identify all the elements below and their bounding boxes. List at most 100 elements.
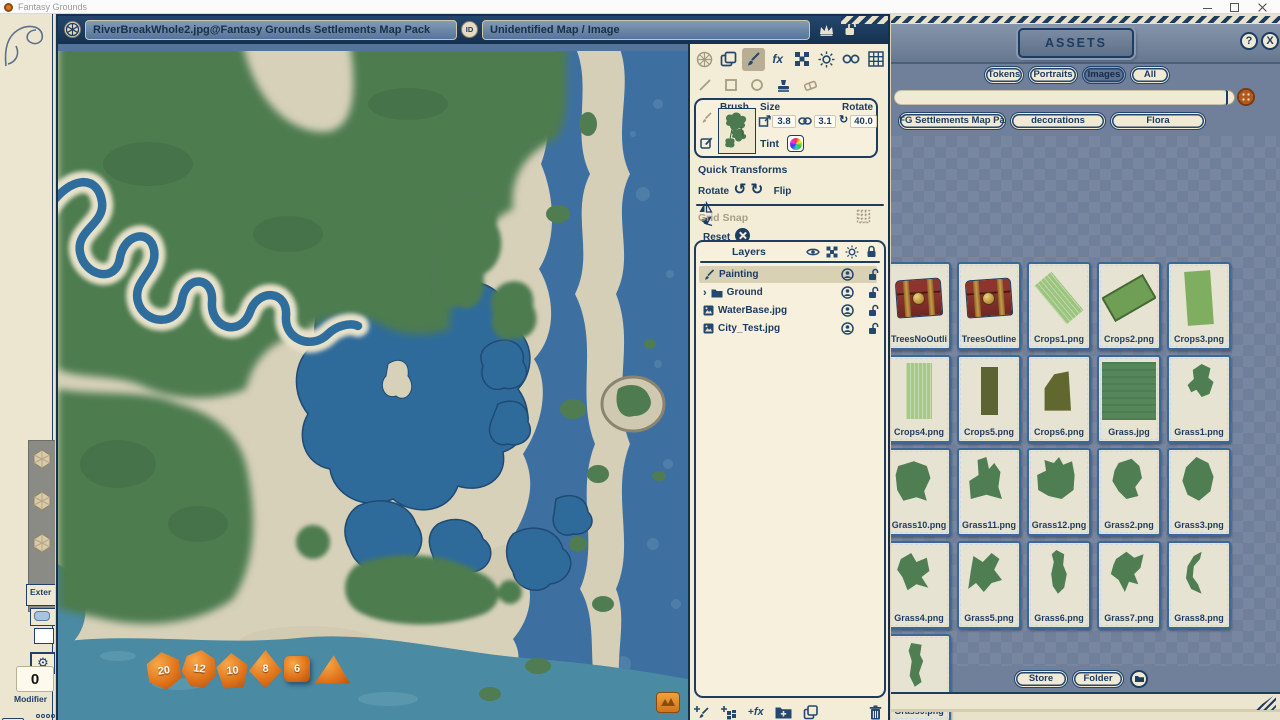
eraser-tool-icon[interactable] <box>803 79 818 92</box>
player-visible-icon[interactable] <box>841 322 854 335</box>
player-view-crown-icon[interactable] <box>818 23 835 36</box>
layer-row-ground[interactable]: › Ground <box>699 284 877 301</box>
eye-icon[interactable] <box>806 247 820 257</box>
asset-card[interactable]: Crops5.png <box>957 355 1021 443</box>
grid-icon[interactable] <box>864 48 887 71</box>
minimize-button[interactable] <box>1203 8 1212 9</box>
d20-die[interactable]: 20 <box>144 650 185 693</box>
maximize-button[interactable] <box>1230 3 1239 12</box>
unlock-layer-icon[interactable] <box>868 304 879 317</box>
map-pointer-button[interactable] <box>656 692 680 713</box>
asset-card[interactable]: Crops6.png <box>1027 355 1091 443</box>
folder-button[interactable]: Folder <box>1072 670 1124 688</box>
unlock-layer-icon[interactable] <box>868 286 879 299</box>
asset-card[interactable]: Crops3.png <box>1167 262 1231 350</box>
lock-header-icon[interactable] <box>866 245 877 258</box>
map-titlebar[interactable]: RiverBreakWhole2.jpg@Fantasy Grounds Set… <box>58 16 888 44</box>
d12-die[interactable]: 12 <box>180 648 219 688</box>
edit-brush-icon[interactable] <box>700 136 713 149</box>
map-title-field[interactable]: RiverBreakWhole2.jpg@Fantasy Grounds Set… <box>85 20 457 40</box>
dock-die-icon[interactable] <box>32 533 52 553</box>
tab-images[interactable]: Images <box>1082 66 1126 84</box>
dock-die-icon[interactable] <box>32 449 52 469</box>
unlock-layer-icon[interactable] <box>868 322 879 335</box>
asset-card[interactable]: Grass6.png <box>1027 541 1091 629</box>
d8-die[interactable]: 8 <box>249 650 282 688</box>
asset-card[interactable]: TreesOutline <box>957 262 1021 350</box>
asset-card[interactable]: TreesNoOutli <box>887 262 951 350</box>
d6-die[interactable]: 6 <box>284 656 310 682</box>
asset-card[interactable]: Crops1.png <box>1027 262 1091 350</box>
rotate-cw-button[interactable]: ↻ <box>751 181 764 198</box>
grid-snap-icon[interactable] <box>856 209 871 224</box>
vision-goggles-icon[interactable] <box>840 48 863 71</box>
chevron-expand-icon[interactable]: › <box>703 287 707 299</box>
asset-card[interactable]: Grass7.png <box>1097 541 1161 629</box>
d10-die[interactable]: 10 <box>215 652 250 689</box>
tab-all[interactable]: All <box>1130 66 1170 84</box>
asset-card[interactable]: Grass10.png <box>887 448 951 536</box>
stamp-tool-icon[interactable] <box>776 78 791 93</box>
asset-search-input[interactable] <box>894 90 1230 105</box>
layers-view-icon[interactable] <box>717 48 740 71</box>
close-button[interactable] <box>1258 3 1267 12</box>
player-visible-icon[interactable] <box>841 304 854 317</box>
asset-card[interactable]: Grass.jpg <box>1097 355 1161 443</box>
add-mask-layer-icon[interactable] <box>721 705 737 720</box>
tab-portraits[interactable]: Portraits <box>1028 66 1078 84</box>
dock-die-icon[interactable] <box>32 491 52 511</box>
d4-die[interactable] <box>314 654 350 686</box>
brush-size-x-field[interactable]: 3.8 <box>772 115 796 128</box>
rect-tool-icon[interactable] <box>724 78 738 92</box>
tab-tokens[interactable]: Tokens <box>984 66 1024 84</box>
compass-pan-icon[interactable] <box>693 48 716 71</box>
map-canvas[interactable] <box>58 44 688 720</box>
light-header-icon[interactable] <box>845 245 859 259</box>
add-image-layer-icon[interactable] <box>775 706 792 719</box>
player-visible-icon[interactable] <box>841 286 854 299</box>
filter-module-button[interactable]: FG Settlements Map Pa <box>898 112 1006 130</box>
asset-card[interactable]: Crops4.png <box>887 355 951 443</box>
rotate-ccw-button[interactable]: ↺ <box>734 181 747 198</box>
external-tab[interactable]: Exter <box>26 584 58 606</box>
duplicate-layer-icon[interactable] <box>803 705 818 720</box>
search-bar-handle[interactable] <box>1226 90 1235 105</box>
layer-row-painting[interactable]: Painting <box>699 266 877 283</box>
asset-card[interactable]: Grass11.png <box>957 448 1021 536</box>
delete-layer-trash-icon[interactable] <box>869 705 882 720</box>
asset-card[interactable]: Grass4.png <box>887 541 951 629</box>
asset-card[interactable]: Grass2.png <box>1097 448 1161 536</box>
add-fx-layer-icon[interactable]: +fx <box>748 706 764 718</box>
close-window-button[interactable]: X <box>1261 32 1279 50</box>
layer-row-citytest[interactable]: City_Test.jpg <box>699 320 877 337</box>
tint-color-button[interactable] <box>787 135 804 152</box>
fx-icon[interactable]: fx <box>766 48 789 71</box>
unlock-layer-icon[interactable] <box>868 268 879 281</box>
light-icon[interactable] <box>815 48 838 71</box>
filter-decorations-button[interactable]: decorations <box>1010 112 1106 130</box>
store-button[interactable]: Store <box>1014 670 1068 688</box>
open-folder-icon-button[interactable] <box>1130 670 1148 688</box>
mask-tiles-icon[interactable] <box>791 48 814 71</box>
layer-row-waterbase[interactable]: WaterBase.jpg <box>699 302 877 319</box>
player-visible-icon[interactable] <box>841 268 854 281</box>
line-tool-icon[interactable] <box>698 78 712 92</box>
chat-input-stub[interactable] <box>34 628 54 644</box>
asset-card[interactable]: Grass8.png <box>1167 541 1231 629</box>
asset-card[interactable]: Crops2.png <box>1097 262 1161 350</box>
view-options-button[interactable] <box>1237 88 1255 106</box>
link-size-icon[interactable] <box>798 116 812 126</box>
asset-card[interactable]: Grass5.png <box>957 541 1021 629</box>
brush-size-y-field[interactable]: 3.1 <box>814 115 836 128</box>
circle-tool-icon[interactable] <box>750 78 764 92</box>
modifier-value[interactable]: 0 <box>16 666 54 692</box>
help-button[interactable]: ? <box>1240 32 1258 50</box>
mask-header-icon[interactable] <box>826 246 838 258</box>
brush-rotate-field[interactable]: 40.0 <box>850 115 877 128</box>
map-subtitle-field[interactable]: Unidentified Map / Image <box>482 20 810 40</box>
asset-card[interactable]: Grass3.png <box>1167 448 1231 536</box>
brush-thumbnail[interactable] <box>718 108 756 154</box>
filter-flora-button[interactable]: Flora <box>1110 112 1206 130</box>
asset-card[interactable]: Grass12.png <box>1027 448 1091 536</box>
add-paint-layer-icon[interactable] <box>694 705 710 720</box>
